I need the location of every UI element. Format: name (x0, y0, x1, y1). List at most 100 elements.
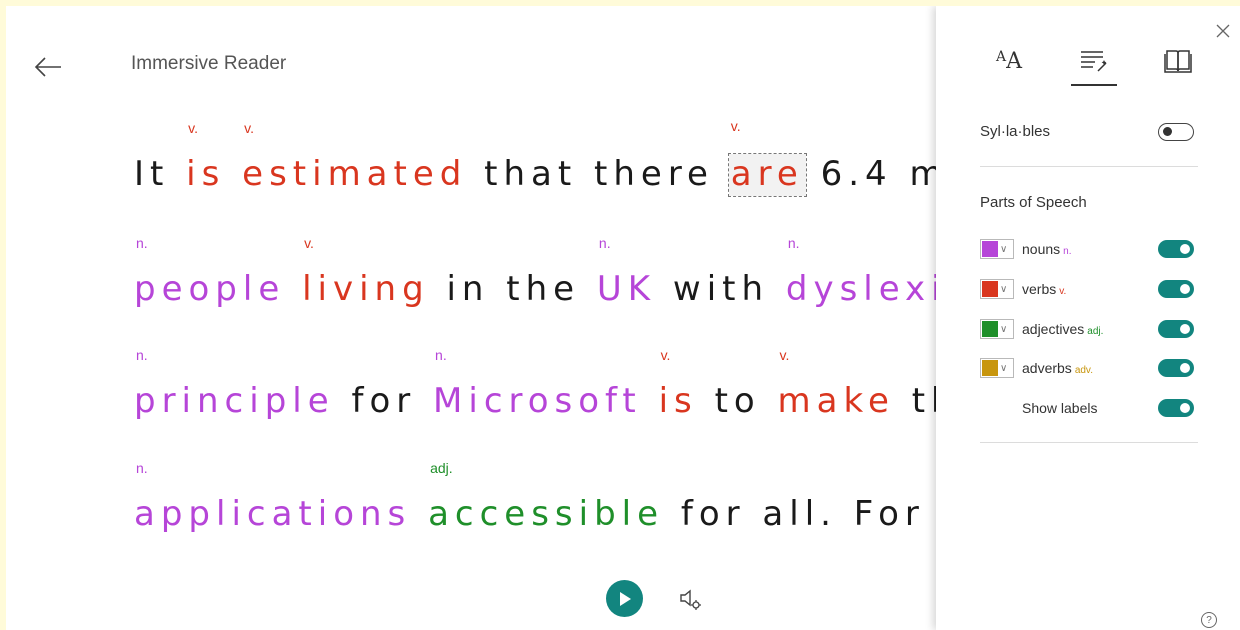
nouns-toggle[interactable] (1158, 240, 1194, 258)
chevron-down-icon: ∨ (1000, 243, 1008, 255)
adverbs-toggle[interactable] (1158, 359, 1194, 377)
word-text: in (446, 269, 490, 309)
text-line: It v. is v. estimated that there v. are 6.4… (134, 118, 954, 197)
tab-reading-preferences[interactable] (1158, 44, 1198, 78)
word-text: Microsoft (433, 381, 642, 421)
word-text: 6.4 (820, 154, 893, 194)
word-text: accessible (428, 494, 665, 534)
reader-word[interactable]: all. (762, 494, 837, 534)
reader-word[interactable]: v. make (778, 347, 895, 421)
pos-name-text: adjectives (1022, 321, 1085, 337)
word-text: to (714, 381, 761, 421)
nouns-label: nouns n. (1022, 241, 1072, 257)
word-text: for (351, 381, 417, 421)
tab-grammar-options[interactable] (1071, 44, 1117, 86)
part-of-speech-label: n. (136, 235, 148, 251)
word-text: UK (596, 269, 657, 309)
text-line: n. principle for n. Microsoft v. is to v. ma… (134, 347, 954, 421)
reader-word[interactable]: with (673, 269, 769, 309)
reader-word[interactable]: n. applications (134, 460, 412, 534)
reader-word[interactable]: for (681, 494, 746, 534)
reader-word[interactable]: n. people (134, 235, 285, 309)
close-button[interactable] (1214, 22, 1232, 40)
part-of-speech-label: n. (598, 235, 611, 251)
show-labels-label: Show labels (1022, 400, 1098, 416)
reader-word[interactable]: It (134, 154, 169, 194)
adjectives-color-swatch (982, 321, 998, 337)
word-text: principle (134, 381, 335, 421)
verbs-label: verbs v. (1022, 281, 1066, 297)
chevron-down-icon: ∨ (1000, 362, 1008, 374)
word-text: for (680, 494, 746, 534)
reader-word[interactable]: v. estimated (242, 120, 468, 194)
part-of-speech-label: v. (188, 120, 199, 136)
reader-word[interactable]: 6.4 (821, 154, 893, 194)
part-of-speech-label: v. (779, 347, 790, 363)
grammar-options-icon (1081, 51, 1107, 72)
reader-word[interactable]: n. dyslexia. (786, 235, 954, 309)
reader-word[interactable]: v. is (186, 120, 225, 194)
word-text: is (658, 381, 698, 421)
adjectives-toggle[interactable] (1158, 320, 1194, 338)
pos-abbr-text: adv. (1074, 365, 1093, 376)
word-text: estimated (242, 154, 468, 194)
word-text: with (672, 269, 770, 309)
nouns-color-swatch (982, 241, 998, 257)
reader-word[interactable]: v. living (302, 235, 430, 309)
speaker-settings-icon (680, 589, 701, 610)
reader-word[interactable]: v. are (727, 118, 807, 197)
word-text: there (594, 154, 714, 194)
reader-word[interactable]: n. UK (596, 235, 657, 309)
play-icon (619, 591, 631, 606)
verbs-toggle[interactable] (1158, 280, 1194, 298)
reader-text-area: It v. is v. estimated that there v. are 6.4… (134, 116, 954, 536)
grammar-options-panel: AA Syl·la·bles Parts of Speech ∨ nouns n. ∨… (936, 6, 1240, 630)
book-icon (1164, 50, 1192, 73)
back-arrow-icon (34, 57, 61, 77)
part-of-speech-label: n. (435, 347, 447, 363)
reader-word[interactable]: that (484, 154, 577, 194)
reader-word[interactable]: the (506, 269, 580, 309)
close-icon (1216, 24, 1230, 38)
word-text: that (484, 154, 578, 194)
reader-word[interactable]: in (446, 269, 489, 309)
parts-of-speech-title: Parts of Speech (980, 194, 1087, 211)
show-labels-toggle[interactable] (1158, 399, 1194, 417)
word-text: It (134, 154, 170, 194)
part-of-speech-label: v. (660, 347, 671, 363)
pos-abbr-text: n. (1063, 246, 1072, 257)
reader-word[interactable]: for (351, 381, 416, 421)
voice-settings-button[interactable] (678, 586, 704, 612)
word-text: For (853, 494, 925, 534)
part-of-speech-label: n. (136, 347, 148, 363)
syllables-toggle[interactable] (1158, 123, 1194, 141)
part-of-speech-label: v. (244, 120, 255, 136)
reader-word[interactable]: v. is (658, 347, 698, 421)
divider (980, 166, 1198, 167)
adjectives-color-picker[interactable]: ∨ (980, 319, 1014, 339)
back-button[interactable] (30, 52, 66, 82)
reader-word[interactable]: there (594, 154, 714, 194)
part-of-speech-label: n. (787, 235, 800, 251)
word-text: are (730, 154, 804, 194)
word-text: living (302, 269, 430, 309)
reader-word[interactable]: to (715, 381, 761, 421)
adverbs-color-swatch (982, 360, 998, 376)
pos-abbr-text: adj. (1087, 326, 1104, 337)
word-text: applications (134, 494, 412, 534)
pos-name-text: verbs (1022, 281, 1057, 297)
divider (980, 442, 1198, 443)
reader-word[interactable]: n. Microsoft (433, 347, 642, 421)
nouns-color-picker[interactable]: ∨ (980, 239, 1014, 259)
verbs-color-picker[interactable]: ∨ (980, 279, 1014, 299)
reader-word[interactable]: For (854, 494, 925, 534)
reader-word[interactable]: adj. accessible (428, 460, 665, 534)
reader-word[interactable]: n. principle (134, 347, 335, 421)
tab-text-preferences[interactable]: AA (989, 44, 1029, 78)
adverbs-color-picker[interactable]: ∨ (980, 358, 1014, 378)
adjectives-label: adjectives adj. (1022, 321, 1103, 337)
help-button[interactable]: ? (1201, 612, 1217, 628)
font-size-icon: AA (995, 48, 1022, 74)
part-of-speech-label: adj. (430, 460, 453, 476)
play-button[interactable] (606, 580, 643, 617)
